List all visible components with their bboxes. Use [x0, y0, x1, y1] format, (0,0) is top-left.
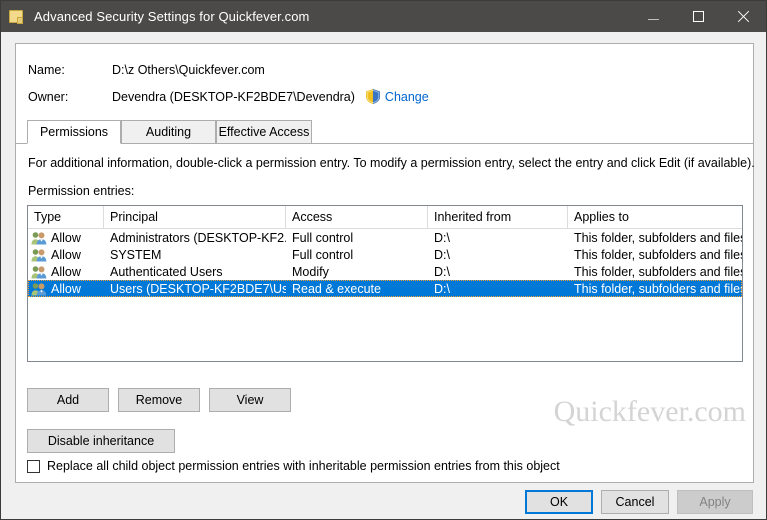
close-button[interactable]	[721, 1, 766, 32]
permission-entries-label: Permission entries:	[28, 184, 135, 198]
tab-effective-access-label: Effective Access	[218, 125, 310, 139]
column-header-type[interactable]: Type	[28, 206, 104, 228]
name-row: Name: D:\z Others\Quickfever.com	[28, 63, 265, 77]
cell-inherited-from: D:\	[434, 281, 450, 296]
permission-entries-list[interactable]: Type Principal Access Inherited from App…	[27, 205, 743, 362]
disable-inheritance-button[interactable]: Disable inheritance	[27, 429, 175, 453]
cell-type: Allow	[51, 281, 81, 296]
tab-strip: Permissions Auditing Effective Access	[16, 120, 753, 144]
cell-applies-to: This folder, subfolders and files	[574, 281, 742, 296]
column-header-inherited-from[interactable]: Inherited from	[428, 206, 568, 228]
column-header-applies-to[interactable]: Applies to	[568, 206, 742, 228]
users-group-icon	[31, 248, 47, 262]
watermark: Quickfever.com	[553, 395, 746, 428]
advanced-security-settings-window: Advanced Security Settings for Quickfeve…	[0, 0, 767, 520]
cell-principal: Users (DESKTOP-KF2BDE7\Us...	[110, 281, 286, 296]
tab-auditing-label: Auditing	[145, 125, 192, 139]
cell-principal: Authenticated Users	[110, 264, 223, 279]
tab-permissions-label: Permissions	[39, 125, 109, 139]
replace-child-permissions-checkbox[interactable]	[27, 459, 40, 473]
cell-applies-to: This folder, subfolders and files	[574, 264, 742, 279]
ok-button[interactable]: OK	[525, 490, 593, 514]
info-text: For additional information, double-click…	[28, 156, 755, 170]
users-group-icon	[31, 282, 47, 296]
maximize-button[interactable]	[676, 1, 721, 32]
cell-type: Allow	[51, 230, 81, 245]
maximize-icon	[693, 11, 704, 22]
replace-child-permissions-label: Replace all child object permission entr…	[47, 459, 560, 473]
minimize-icon	[648, 19, 659, 20]
table-row[interactable]: Allow Administrators (DESKTOP-KF2... Ful…	[28, 229, 742, 246]
change-owner-link[interactable]: Change	[385, 90, 429, 104]
tab-effective-access[interactable]: Effective Access	[216, 120, 312, 144]
owner-value: Devendra (DESKTOP-KF2BDE7\Devendra)	[112, 89, 355, 104]
cell-access: Full control	[292, 247, 354, 262]
minimize-button[interactable]	[631, 1, 676, 32]
dialog-content-panel: Name: D:\z Others\Quickfever.com Owner: …	[15, 43, 755, 483]
users-group-icon	[31, 265, 47, 279]
cell-inherited-from: D:\	[434, 230, 450, 245]
tab-auditing[interactable]: Auditing	[121, 120, 216, 144]
uac-shield-icon	[365, 89, 380, 104]
table-header-row: Type Principal Access Inherited from App…	[28, 206, 742, 229]
window-title: Advanced Security Settings for Quickfeve…	[34, 9, 310, 24]
name-label: Name:	[28, 63, 65, 77]
cell-applies-to: This folder, subfolders and files	[574, 230, 742, 245]
title-bar: Advanced Security Settings for Quickfeve…	[1, 1, 766, 32]
folder-icon	[9, 9, 25, 25]
cell-access: Modify	[292, 264, 329, 279]
remove-button[interactable]: Remove	[118, 388, 200, 412]
view-button[interactable]: View	[209, 388, 291, 412]
cell-inherited-from: D:\	[434, 247, 450, 262]
owner-row: Owner: Devendra (DESKTOP-KF2BDE7\Devendr…	[28, 89, 429, 104]
cell-type: Allow	[51, 264, 81, 279]
table-row[interactable]: Allow SYSTEM Full control D:\ This folde…	[28, 246, 742, 263]
column-header-principal[interactable]: Principal	[104, 206, 286, 228]
users-group-icon	[31, 231, 47, 245]
cell-principal: SYSTEM	[110, 247, 162, 262]
window-controls	[631, 1, 766, 32]
replace-child-permissions-row[interactable]: Replace all child object permission entr…	[27, 459, 560, 473]
cell-access: Full control	[292, 230, 354, 245]
tab-permissions[interactable]: Permissions	[27, 120, 121, 144]
cell-inherited-from: D:\	[434, 264, 450, 279]
cell-applies-to: This folder, subfolders and files	[574, 247, 742, 262]
cancel-button[interactable]: Cancel	[601, 490, 669, 514]
close-icon	[737, 10, 750, 23]
cell-access: Read & execute	[292, 281, 381, 296]
apply-button: Apply	[677, 490, 753, 514]
cell-principal: Administrators (DESKTOP-KF2...	[110, 230, 286, 245]
column-header-access[interactable]: Access	[286, 206, 428, 228]
add-button[interactable]: Add	[27, 388, 109, 412]
name-value: D:\z Others\Quickfever.com	[112, 63, 265, 77]
owner-label: Owner:	[28, 89, 69, 104]
cell-type: Allow	[51, 247, 81, 262]
table-row-selected[interactable]: Allow Users (DESKTOP-KF2BDE7\Us... Read …	[28, 280, 742, 297]
table-row[interactable]: Allow Authenticated Users Modify D:\ Thi…	[28, 263, 742, 280]
